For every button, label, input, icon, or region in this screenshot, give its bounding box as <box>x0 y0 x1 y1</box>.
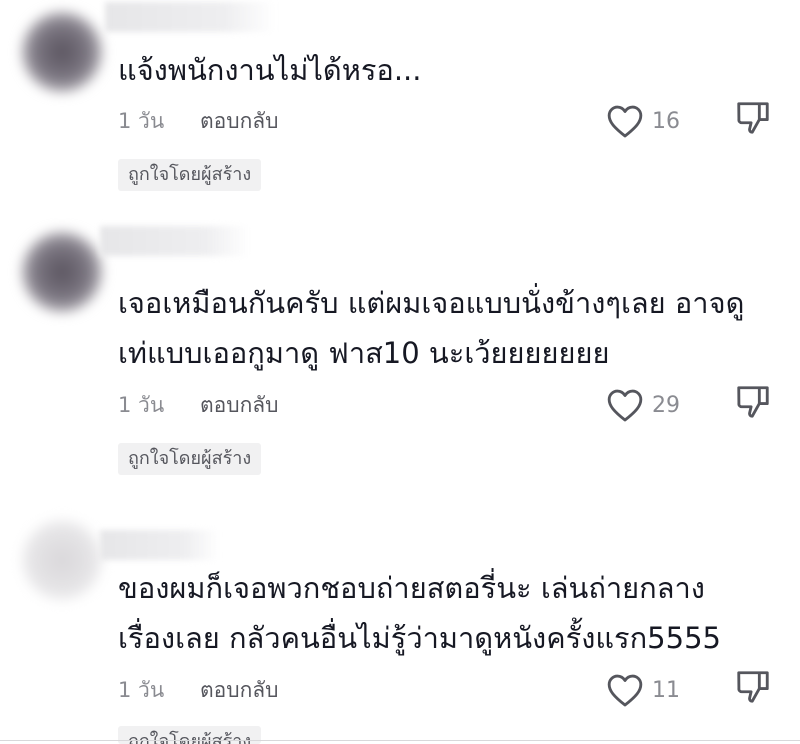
comment-time: 1 วัน <box>118 677 165 702</box>
username-blurred[interactable] <box>100 530 220 560</box>
avatar[interactable] <box>22 520 102 600</box>
comment-meta: 1 วัน ตอบกลับ <box>118 672 279 708</box>
heart-outline-icon <box>607 674 643 707</box>
thumbs-down-icon <box>737 671 769 703</box>
comment-item: ของผมก็เจอพวกชอบถ่ายสตอรี่นะ เล่นถ่ายกลา… <box>0 0 800 744</box>
comment-text: ของผมก็เจอพวกชอบถ่ายสตอรี่นะ เล่นถ่ายกลา… <box>118 571 721 655</box>
dislike-button[interactable] <box>734 668 774 708</box>
reply-button[interactable]: ตอบกลับ <box>200 674 279 707</box>
liked-by-creator-badge: ถูกใจโดยผู้สร้าง <box>118 726 262 744</box>
like-button[interactable]: 11 <box>606 670 680 710</box>
like-count: 11 <box>652 677 680 703</box>
bottom-divider <box>0 740 800 741</box>
